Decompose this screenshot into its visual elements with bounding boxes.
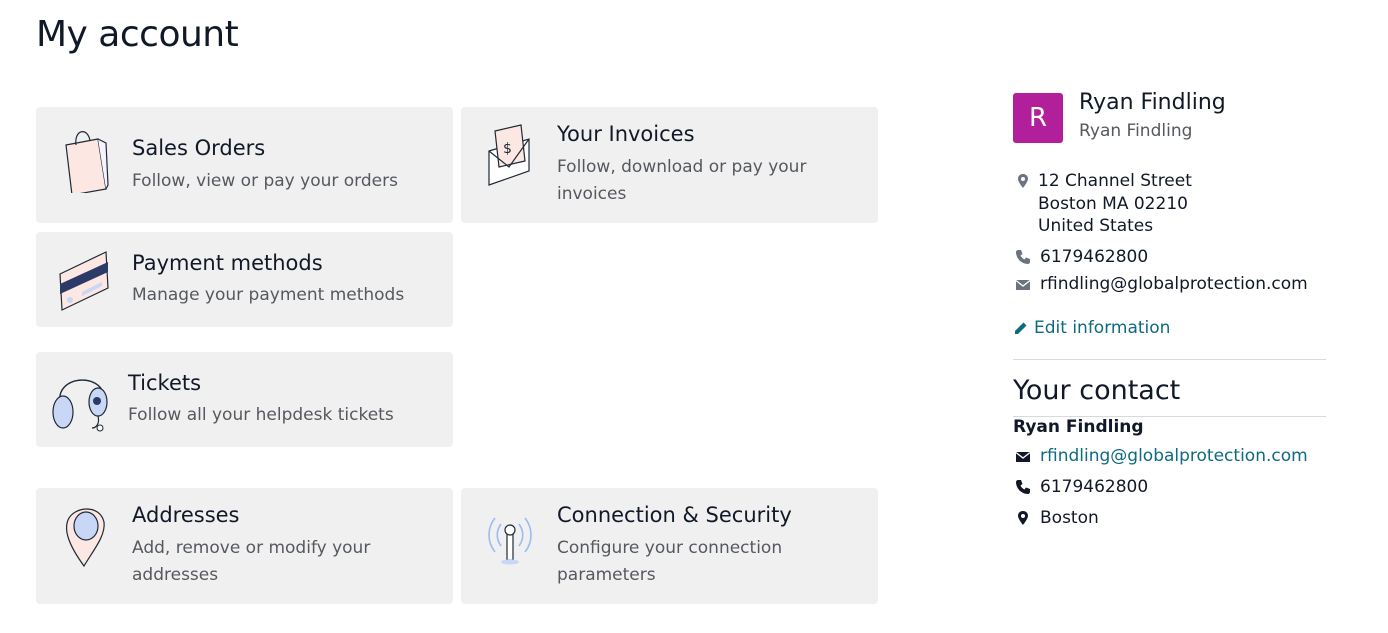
- card-description: Follow, view or pay your orders: [132, 171, 398, 191]
- antenna-icon: [488, 517, 532, 565]
- tickets-card[interactable]: Tickets Follow all your helpdesk tickets: [36, 352, 453, 447]
- envelope-icon: [1015, 451, 1031, 462]
- address-line-1: 12 Channel Street: [1038, 171, 1192, 191]
- phone-icon: [1016, 250, 1030, 264]
- credit-card-icon: [59, 251, 109, 311]
- shopping-bag-icon: [65, 131, 109, 193]
- card-title: Your Invoices: [557, 122, 695, 146]
- card-title: Connection & Security: [557, 503, 792, 527]
- card-title: Payment methods: [132, 251, 323, 275]
- edit-information-label: Edit information: [1034, 318, 1171, 338]
- invoices-card[interactable]: $ Your Invoices Follow, download or pay …: [461, 107, 878, 223]
- pencil-icon: [1015, 322, 1027, 334]
- your-contact-heading: Your contact: [1013, 375, 1181, 406]
- payment-methods-card[interactable]: Payment methods Manage your payment meth…: [36, 232, 453, 327]
- page-title: My account: [36, 14, 239, 55]
- card-description: Configure your connection parameters: [557, 538, 783, 585]
- headset-icon: [52, 379, 108, 432]
- card-title: Sales Orders: [132, 136, 266, 160]
- edit-information-link[interactable]: Edit information: [1013, 318, 1170, 338]
- address-line-3: United States: [1038, 216, 1154, 236]
- map-marker-icon: [1018, 511, 1028, 525]
- sales-orders-card[interactable]: Sales Orders Follow, view or pay your or…: [36, 107, 453, 223]
- addresses-card[interactable]: Addresses Add, remove or modify your add…: [36, 488, 453, 604]
- contact-city: Boston: [1040, 508, 1099, 528]
- profile-company: Ryan Findling: [1079, 121, 1193, 141]
- card-title: Tickets: [128, 371, 202, 395]
- card-description: Follow, download or pay your invoices: [557, 157, 807, 204]
- address-line-2: Boston MA 02210: [1038, 194, 1188, 214]
- map-marker-icon: [1018, 174, 1028, 188]
- svg-text:$: $: [503, 141, 512, 157]
- sidebar-divider: [1013, 359, 1326, 360]
- card-title: Addresses: [132, 503, 240, 527]
- envelope-icon: [1015, 279, 1031, 290]
- profile-phone: 6179462800: [1040, 247, 1149, 267]
- profile-email: rfindling@globalprotection.com: [1040, 274, 1308, 294]
- map-pin-icon: [65, 508, 105, 568]
- card-description: Follow all your helpdesk tickets: [128, 405, 394, 425]
- contact-name: Ryan Findling: [1013, 417, 1144, 437]
- phone-icon: [1016, 480, 1030, 494]
- avatar: R: [1013, 93, 1063, 143]
- card-description: Manage your payment methods: [132, 285, 405, 305]
- contact-phone: 6179462800: [1040, 477, 1149, 497]
- connection-security-card[interactable]: Connection & Security Configure your con…: [461, 488, 878, 604]
- invoice-envelope-icon: $: [488, 124, 530, 186]
- card-description: Add, remove or modify your addresses: [132, 538, 371, 585]
- profile-name: Ryan Findling: [1079, 90, 1226, 115]
- contact-email-link[interactable]: rfindling@globalprotection.com: [1040, 446, 1308, 466]
